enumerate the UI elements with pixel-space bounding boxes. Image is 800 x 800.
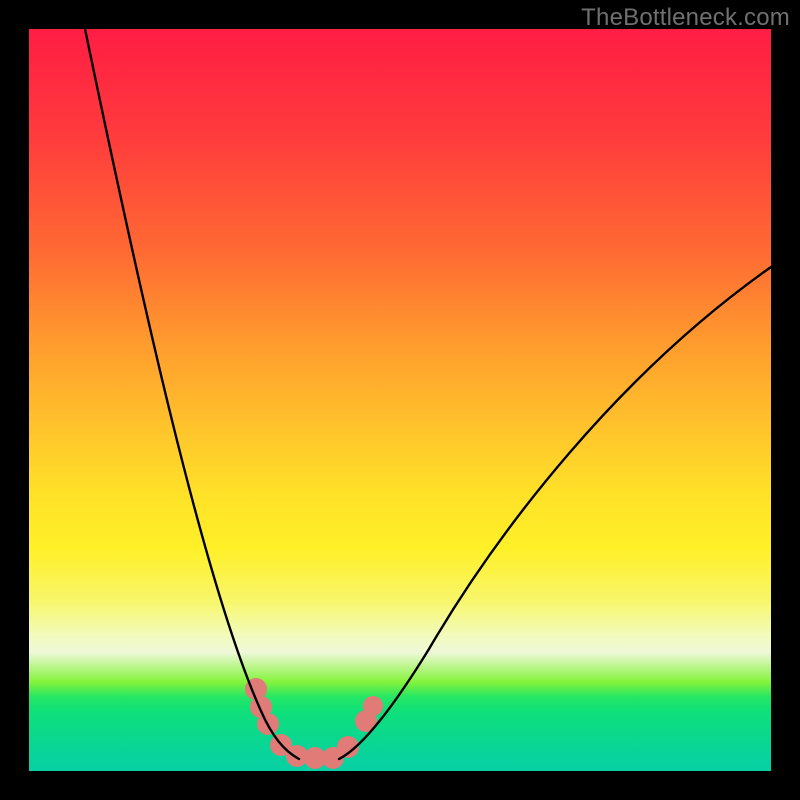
chart-frame: TheBottleneck.com bbox=[0, 0, 800, 800]
curve-layer bbox=[29, 29, 771, 771]
trough-marker-cluster bbox=[245, 678, 383, 769]
plot-area bbox=[29, 29, 771, 771]
left-bottleneck-curve bbox=[85, 29, 299, 759]
right-bottleneck-curve bbox=[339, 267, 771, 759]
trough-marker bbox=[363, 696, 383, 716]
watermark-text: TheBottleneck.com bbox=[581, 4, 790, 32]
